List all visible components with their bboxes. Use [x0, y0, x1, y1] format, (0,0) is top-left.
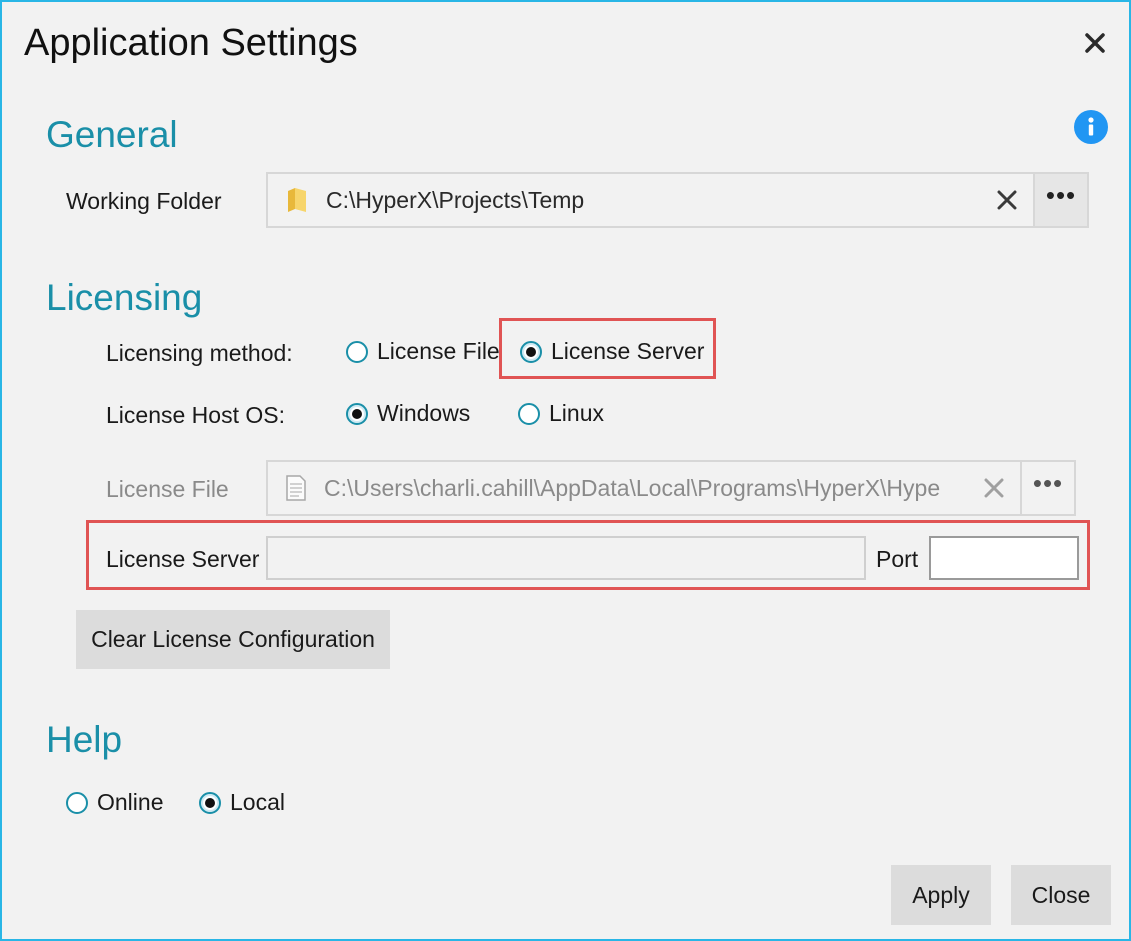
radio-help-online[interactable]: Online — [66, 789, 163, 816]
radio-windows-indicator — [346, 402, 368, 425]
radio-license-file-label: License File — [377, 338, 500, 364]
document-icon — [268, 475, 324, 501]
radio-help-local-indicator — [199, 791, 221, 814]
help-heading: Help — [46, 719, 123, 760]
radio-help-online-label: Online — [97, 789, 164, 815]
licensing-heading: Licensing — [46, 277, 203, 318]
radio-linux[interactable]: Linux — [518, 400, 604, 427]
radio-linux-indicator — [518, 402, 540, 425]
licensing-method-label: Licensing method: — [106, 340, 293, 366]
license-file-label: License File — [106, 476, 229, 502]
radio-license-file[interactable]: License File — [346, 338, 500, 365]
ellipsis-icon: ••• — [1045, 180, 1077, 210]
license-file-field[interactable]: C:\Users\charli.cahill\AppData\Local\Pro… — [266, 460, 1023, 516]
license-server-input[interactable] — [266, 536, 866, 580]
port-label: Port — [876, 546, 919, 572]
close-icon[interactable] — [1074, 22, 1116, 64]
license-server-label: License Server — [106, 546, 260, 572]
license-host-os-label: License Host OS: — [106, 402, 285, 428]
radio-linux-label: Linux — [549, 400, 604, 426]
close-button[interactable]: Close — [1011, 865, 1111, 925]
ellipsis-icon: ••• — [1032, 468, 1064, 498]
license-file-clear-icon[interactable] — [967, 462, 1021, 514]
port-input[interactable] — [929, 536, 1079, 580]
working-folder-label: Working Folder — [66, 188, 222, 214]
radio-license-server-label: License Server — [551, 338, 705, 364]
info-icon[interactable] — [1074, 110, 1108, 144]
license-file-browse-button[interactable]: ••• — [1020, 460, 1076, 516]
radio-license-server[interactable]: License Server — [520, 338, 704, 365]
radio-help-online-indicator — [66, 791, 88, 814]
license-file-value: C:\Users\charli.cahill\AppData\Local\Pro… — [324, 474, 941, 501]
working-folder-clear-icon[interactable] — [980, 174, 1034, 226]
working-folder-browse-button[interactable]: ••• — [1033, 172, 1089, 228]
dialog-title: Application Settings — [24, 22, 358, 64]
radio-windows[interactable]: Windows — [346, 400, 470, 427]
radio-help-local-label: Local — [230, 789, 285, 815]
settings-dialog: Application Settings General Working Fol… — [0, 0, 1131, 941]
clear-license-configuration-button[interactable]: Clear License Configuration — [76, 610, 390, 669]
working-folder-field[interactable]: C:\HyperX\Projects\Temp — [266, 172, 1036, 228]
radio-license-file-indicator — [346, 340, 368, 363]
folder-icon — [268, 187, 326, 213]
radio-license-server-indicator — [520, 340, 542, 363]
apply-button[interactable]: Apply — [891, 865, 991, 925]
radio-windows-label: Windows — [377, 400, 471, 426]
working-folder-value: C:\HyperX\Projects\Temp — [326, 186, 585, 213]
general-heading: General — [46, 114, 178, 155]
radio-help-local[interactable]: Local — [199, 789, 285, 816]
